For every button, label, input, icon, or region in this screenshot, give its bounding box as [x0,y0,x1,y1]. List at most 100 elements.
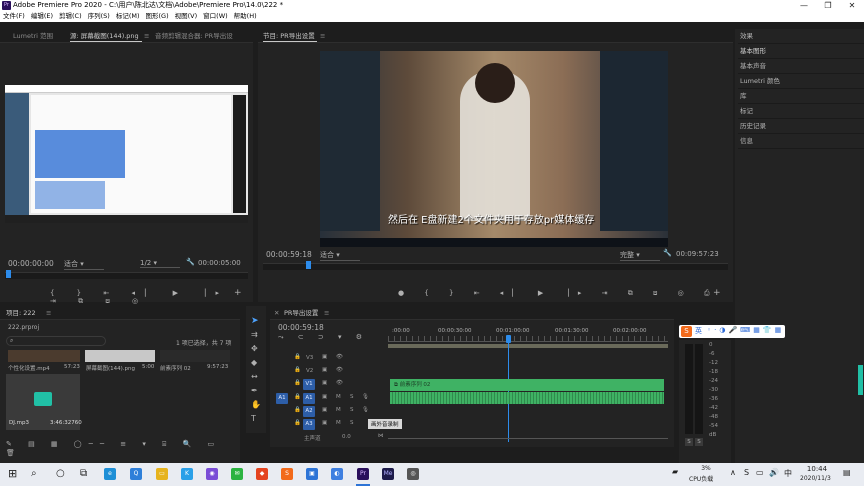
menu-marker[interactable]: 标记(M) [113,11,143,22]
panel-effects[interactable]: 效果 [738,29,864,44]
project-footer-tools[interactable]: ✎ ▤ ▦ ◯── ≡ ▾ ⌸ 🔍 ▭ 🗑 [6,440,240,457]
video-clip[interactable]: ⧉ 前素序列 02 [390,379,664,391]
hand-tool-icon[interactable]: ✋ [251,400,261,409]
selection-tool-icon[interactable]: ➤ [251,316,259,326]
a2-lock-icon[interactable]: 🔒 [294,407,301,413]
menu-view[interactable]: 视图(V) [172,11,201,22]
slip-tool-icon[interactable]: ↔ [251,372,258,381]
a1-sync-icon[interactable]: ▣ [322,394,327,400]
v2-sync-icon[interactable]: ▣ [322,367,327,373]
menu-window[interactable]: 窗口(W) [200,11,231,22]
v2-eye-icon[interactable]: 👁 [336,367,343,373]
network-icon[interactable]: ▭ [756,468,764,477]
task-view-icon[interactable]: ⧉ [80,468,87,479]
v3-sync-icon[interactable]: ▣ [322,354,327,360]
master-keyframe-icon[interactable]: ⋈ [378,433,384,439]
v2-lock-icon[interactable]: 🔒 [294,367,301,373]
a3-mute-button[interactable]: M [336,420,341,426]
premiere-taskbar-icon[interactable]: Pr [357,468,369,480]
menu-graphics[interactable]: 图形(G) [143,11,172,22]
program-wrench-icon[interactable]: 🔧 [663,249,672,257]
panel-history[interactable]: 历史记录 [738,119,864,134]
project-search-input[interactable]: ⌕ [6,336,106,346]
sogou-ime-toolbar[interactable]: S 英 ◦·◑🎤⌨▦👕▦ [679,325,785,338]
v1-eye-icon[interactable]: 👁 [336,380,343,386]
a3-sync-icon[interactable]: ▣ [322,420,327,426]
work-area-bar[interactable] [388,344,668,348]
timeline-timecode[interactable]: 00:00:59:18 [278,323,324,332]
app-gray-icon[interactable]: ◎ [407,468,419,480]
program-timecode[interactable]: 00:00:59:18 [266,250,312,259]
item-thumb-1[interactable] [8,350,80,362]
a3-solo-button[interactable]: S [350,420,354,426]
panel-essential-graphics[interactable]: 基本图形 [738,44,864,59]
master-volume-value[interactable]: 0.0 [342,434,351,440]
program-time-ruler[interactable] [263,263,728,270]
track-v1-label[interactable]: V1 [303,379,315,390]
search-icon[interactable]: ⌕ [31,468,37,479]
tray-chevron-icon[interactable]: ∧ [730,468,736,477]
maximize-button[interactable]: ❐ [816,0,840,11]
qq-browser-icon[interactable]: Q [130,468,142,480]
tab-source[interactable]: 源: 屏幕截图(144).png [70,31,139,41]
kugou-icon[interactable]: K [181,468,193,480]
program-playhead[interactable] [306,261,311,269]
wrench-icon[interactable]: 🔧 [186,258,195,266]
menu-edit[interactable]: 编辑(E) [28,11,56,22]
tab-lumetri-scopes[interactable]: Lumetri 范围 [13,31,53,41]
minimize-button[interactable]: — [792,0,816,11]
program-tab-menu-icon[interactable]: ≡ [320,31,325,41]
app-blue2-icon[interactable]: ◐ [331,468,343,480]
source-timecode[interactable]: 00:00:00:00 [8,259,54,268]
type-tool-icon[interactable]: T [251,414,256,423]
program-transport-controls[interactable]: ● { } ⇤ ◂▏ ▶ ▕▸ ⇥ ⧉ ⧈ ◎ ⎙ [398,289,719,298]
source-fit-dropdown[interactable]: 适合 ▾ [64,259,104,270]
menu-file[interactable]: 文件(F) [0,11,28,22]
razor-tool-icon[interactable]: ◆ [251,358,257,367]
tray-sogou-icon[interactable]: S [744,468,749,477]
a2-sync-icon[interactable]: ▣ [322,407,327,413]
v3-lock-icon[interactable]: 🔒 [294,354,301,360]
meter-solo-right[interactable]: S [695,438,703,446]
cortana-icon[interactable]: ○ [56,468,65,479]
tab-audio-clip-mixer[interactable]: 音频剪辑混合器: PR导出设 [155,31,233,41]
close-button[interactable]: ✕ [840,0,864,11]
program-add-button[interactable]: + [713,288,721,298]
sogou-tool-icons[interactable]: ◦·◑🎤⌨▦👕▦ [707,326,784,334]
a1-mute-button[interactable]: M [336,394,341,400]
right-edge-handle[interactable] [858,365,863,395]
volume-icon[interactable]: 🔊 [769,468,779,477]
item-thumb-2[interactable] [85,350,155,362]
program-quality-dropdown[interactable]: 完整 ▾ [620,250,660,261]
clock-date[interactable]: 2020/11/3 [800,475,831,482]
source-add-button[interactable]: + [234,288,242,298]
timeline-scrollbar[interactable] [388,438,668,442]
a1-lock-icon[interactable]: 🔒 [294,394,301,400]
source-playhead[interactable] [6,270,11,278]
tab-timeline-sequence[interactable]: PR导出设置 [284,308,318,318]
timeline-tool-icons[interactable]: ⤳ ⊂ ⊃ ▾ ⚙ [278,333,368,342]
panel-libraries[interactable]: 库 [738,89,864,104]
menu-help[interactable]: 帮助(H) [231,11,260,22]
track-a2-label[interactable]: A2 [303,406,315,417]
a3-lock-icon[interactable]: 🔒 [294,420,301,426]
menu-sequence[interactable]: 序列(S) [85,11,113,22]
panel-info[interactable]: 信息 [738,134,864,149]
v3-eye-icon[interactable]: 👁 [336,354,343,360]
a1-mic-icon[interactable]: 🎙 [362,394,369,400]
tray-app-icon[interactable]: ▰ [672,467,678,476]
sogou-taskbar-icon[interactable]: S [281,468,293,480]
pen-tool-icon[interactable]: ✒ [251,386,258,395]
clock-time[interactable]: 10:44 [806,465,828,473]
project-tab-menu-icon[interactable]: ≡ [46,308,51,318]
panel-lumetri-color[interactable]: Lumetri 颜色 [738,74,864,89]
audio-clip[interactable] [390,392,664,404]
meter-solo-left[interactable]: S [685,438,693,446]
tab-project[interactable]: 项目: 222 [6,308,36,318]
a2-mic-icon[interactable]: 🎙 [362,407,369,413]
v1-lock-icon[interactable]: 🔒 [294,380,301,386]
timeline-ruler[interactable] [388,336,668,342]
file-explorer-icon[interactable]: ▭ [156,468,168,480]
app-blue-icon[interactable]: ▣ [306,468,318,480]
item-thumb-3[interactable] [160,350,230,362]
